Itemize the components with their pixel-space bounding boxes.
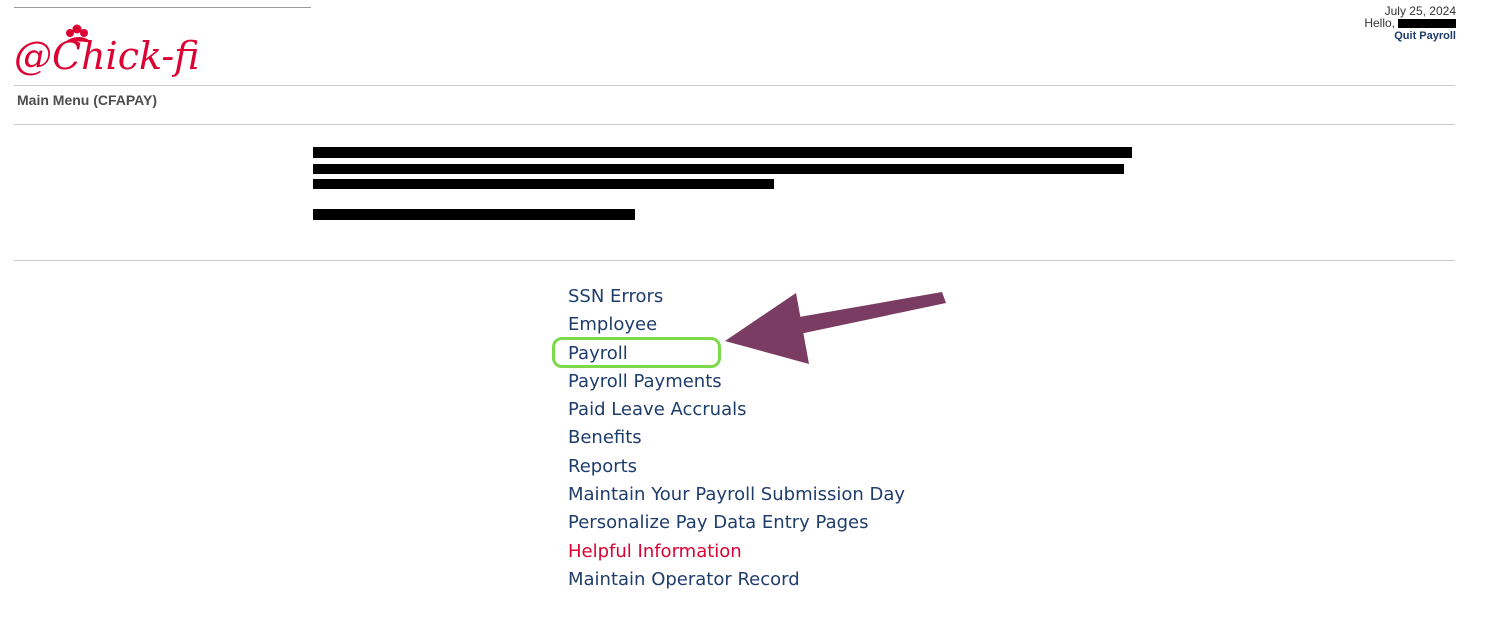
logo-wordmark: @Chick-fil-A bbox=[14, 34, 199, 77]
title-divider bbox=[14, 124, 1455, 125]
greeting-line: Hello, bbox=[1364, 17, 1456, 29]
page-title: Main Menu (CFAPAY) bbox=[17, 92, 158, 108]
notice-divider bbox=[14, 260, 1455, 261]
redaction-bar bbox=[313, 147, 1132, 158]
header-divider bbox=[14, 85, 1455, 86]
menu-item-benefits[interactable]: Benefits bbox=[568, 424, 905, 452]
payroll-highlight-ring bbox=[552, 337, 721, 368]
menu-item-maintain-operator-record[interactable]: Maintain Operator Record bbox=[568, 566, 905, 594]
menu-item-helpful-information[interactable]: Helpful Information bbox=[568, 538, 905, 566]
redaction-bar bbox=[313, 209, 635, 220]
menu-item-payroll-submission-day[interactable]: Maintain Your Payroll Submission Day bbox=[568, 481, 905, 509]
annotation-arrow-icon bbox=[725, 292, 946, 364]
header-top-divider bbox=[14, 7, 311, 8]
redacted-username bbox=[1398, 19, 1456, 28]
menu-item-paid-leave-accruals[interactable]: Paid Leave Accruals bbox=[568, 396, 905, 424]
header-user-info: July 25, 2024 Hello, Quit Payroll bbox=[1364, 5, 1456, 42]
redaction-bar bbox=[313, 179, 774, 189]
chick-fil-a-logo: @Chick-fil-A bbox=[14, 24, 199, 77]
menu-item-personalize-pay-data[interactable]: Personalize Pay Data Entry Pages bbox=[568, 509, 905, 537]
quit-payroll-link[interactable]: Quit Payroll bbox=[1394, 30, 1456, 42]
redaction-bar bbox=[313, 164, 1124, 174]
menu-item-reports[interactable]: Reports bbox=[568, 453, 905, 481]
greeting-text: Hello, bbox=[1364, 16, 1395, 30]
